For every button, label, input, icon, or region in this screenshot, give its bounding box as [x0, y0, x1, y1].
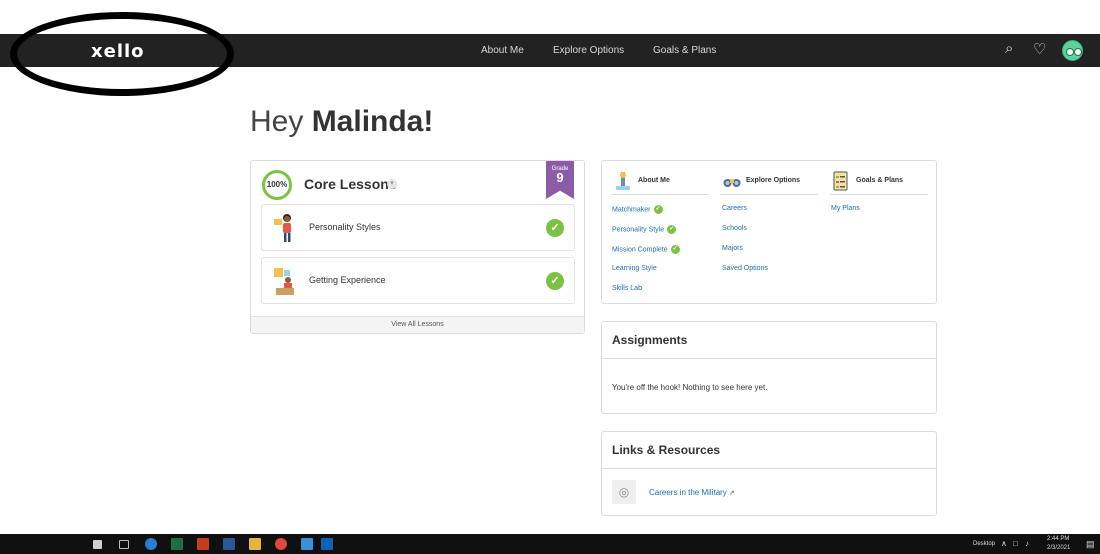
about-me-icon	[616, 172, 630, 190]
core-lessons-title: Core Lessons	[304, 176, 397, 192]
notifications-icon[interactable]: ▤	[1086, 539, 1095, 550]
check-icon: ✓	[546, 272, 564, 290]
divider	[602, 468, 936, 469]
task-view-icon[interactable]	[119, 540, 129, 549]
outlook-icon[interactable]	[321, 538, 333, 550]
excel-icon[interactable]	[171, 538, 183, 550]
greeting-name: Malinda!	[311, 105, 434, 138]
link-schools[interactable]: Schools	[722, 225, 747, 232]
personality-figure-icon	[274, 214, 291, 242]
link-learning-style[interactable]: Learning Style	[612, 265, 657, 272]
check-icon: ✓	[653, 205, 663, 214]
clock-date[interactable]: 2/3/2021	[1047, 545, 1070, 551]
lesson-label: Personality Styles	[309, 222, 381, 232]
chevron-down-icon[interactable]: ▾	[387, 179, 397, 189]
assignments-title: Assignments	[612, 333, 688, 347]
experience-figure-icon	[274, 268, 294, 295]
avatar[interactable]	[1062, 40, 1083, 61]
search-icon[interactable]: ⌕	[1005, 40, 1013, 57]
explore-options-title: Explore Options	[746, 177, 801, 184]
core-lessons-card: 100% Core Lessons ▾ Grade 9 Personality …	[250, 160, 585, 334]
link-label: Mission Complete	[612, 246, 668, 254]
check-icon: ✓	[546, 219, 564, 237]
link-skills-lab[interactable]: Skills Lab	[612, 285, 642, 292]
clock-time[interactable]: 2:44 PM	[1047, 536, 1069, 542]
globe-icon: ◎	[612, 480, 636, 504]
link-label: Personality Style	[612, 226, 665, 234]
nav-about-me[interactable]: About Me	[481, 45, 524, 56]
greeting-heading: Hey Malinda!	[250, 105, 433, 139]
link-saved-options[interactable]: Saved Options	[722, 265, 768, 272]
chevron-up-icon[interactable]: ∧	[1001, 539, 1007, 548]
nav-explore-options[interactable]: Explore Options	[553, 45, 624, 56]
view-all-lessons-button[interactable]: View All Lessons	[251, 316, 584, 333]
grade-badge: Grade 9	[546, 161, 574, 199]
link-careers-in-military[interactable]: Careers in the Military ↗	[649, 488, 735, 497]
goals-plans-column-header: Goals & Plans	[830, 171, 928, 195]
grade-value: 9	[556, 170, 564, 185]
lesson-item-getting-experience[interactable]: Getting Experience ✓	[261, 257, 575, 304]
windows-taskbar	[0, 534, 1100, 554]
link-my-plans[interactable]: My Plans	[831, 205, 860, 212]
link-mission-complete[interactable]: Mission Complete ✓	[612, 245, 680, 254]
lesson-label: Getting Experience	[309, 275, 386, 285]
assignments-empty-text: You're off the hook! Nothing to see here…	[612, 383, 768, 392]
file-explorer-icon[interactable]	[249, 538, 261, 550]
greeting-prefix: Hey	[250, 105, 312, 138]
chrome-icon[interactable]	[275, 538, 287, 550]
about-me-title: About Me	[638, 177, 670, 184]
checklist-icon	[833, 171, 848, 191]
divider	[602, 358, 936, 359]
binoculars-icon	[723, 179, 741, 187]
teams-icon[interactable]	[301, 538, 313, 550]
quick-links-card: About Me Explore Options Goals & Plans M…	[601, 160, 937, 304]
link-careers[interactable]: Careers	[722, 205, 747, 212]
edge-browser-icon[interactable]	[145, 538, 157, 550]
word-icon[interactable]	[223, 538, 235, 550]
external-link-icon: ↗	[728, 490, 735, 497]
links-resources-card: Links & Resources ◎ Careers in the Milit…	[601, 431, 937, 516]
check-icon: ✓	[667, 225, 677, 234]
lesson-item-personality-styles[interactable]: Personality Styles ✓	[261, 204, 575, 251]
heart-icon[interactable]: ♡	[1033, 40, 1046, 58]
about-me-column-header: About Me	[612, 171, 708, 195]
check-icon: ✓	[670, 245, 680, 254]
link-matchmaker[interactable]: Matchmaker ✓	[612, 205, 663, 214]
powerpoint-icon[interactable]	[197, 538, 209, 550]
nav-goals-plans[interactable]: Goals & Plans	[653, 45, 716, 56]
page: xello About Me Explore Options Goals & P…	[0, 0, 1100, 554]
windows-start-icon[interactable]	[93, 540, 102, 549]
link-personality-style[interactable]: Personality Style ✓	[612, 225, 677, 234]
link-majors[interactable]: Majors	[722, 245, 743, 252]
desktop-label[interactable]: Desktop	[973, 541, 995, 547]
resource-label: Careers in the Military	[649, 488, 727, 497]
explore-options-column-header: Explore Options	[720, 171, 818, 195]
volume-icon[interactable]: ♪	[1025, 539, 1029, 548]
annotation-ellipse	[10, 12, 234, 96]
assignments-card: Assignments You're off the hook! Nothing…	[601, 321, 937, 414]
progress-ring: 100%	[262, 170, 292, 200]
links-resources-title: Links & Resources	[612, 443, 721, 457]
network-icon[interactable]: □	[1013, 539, 1018, 548]
link-label: Matchmaker	[612, 206, 651, 214]
goals-plans-title: Goals & Plans	[856, 177, 904, 184]
